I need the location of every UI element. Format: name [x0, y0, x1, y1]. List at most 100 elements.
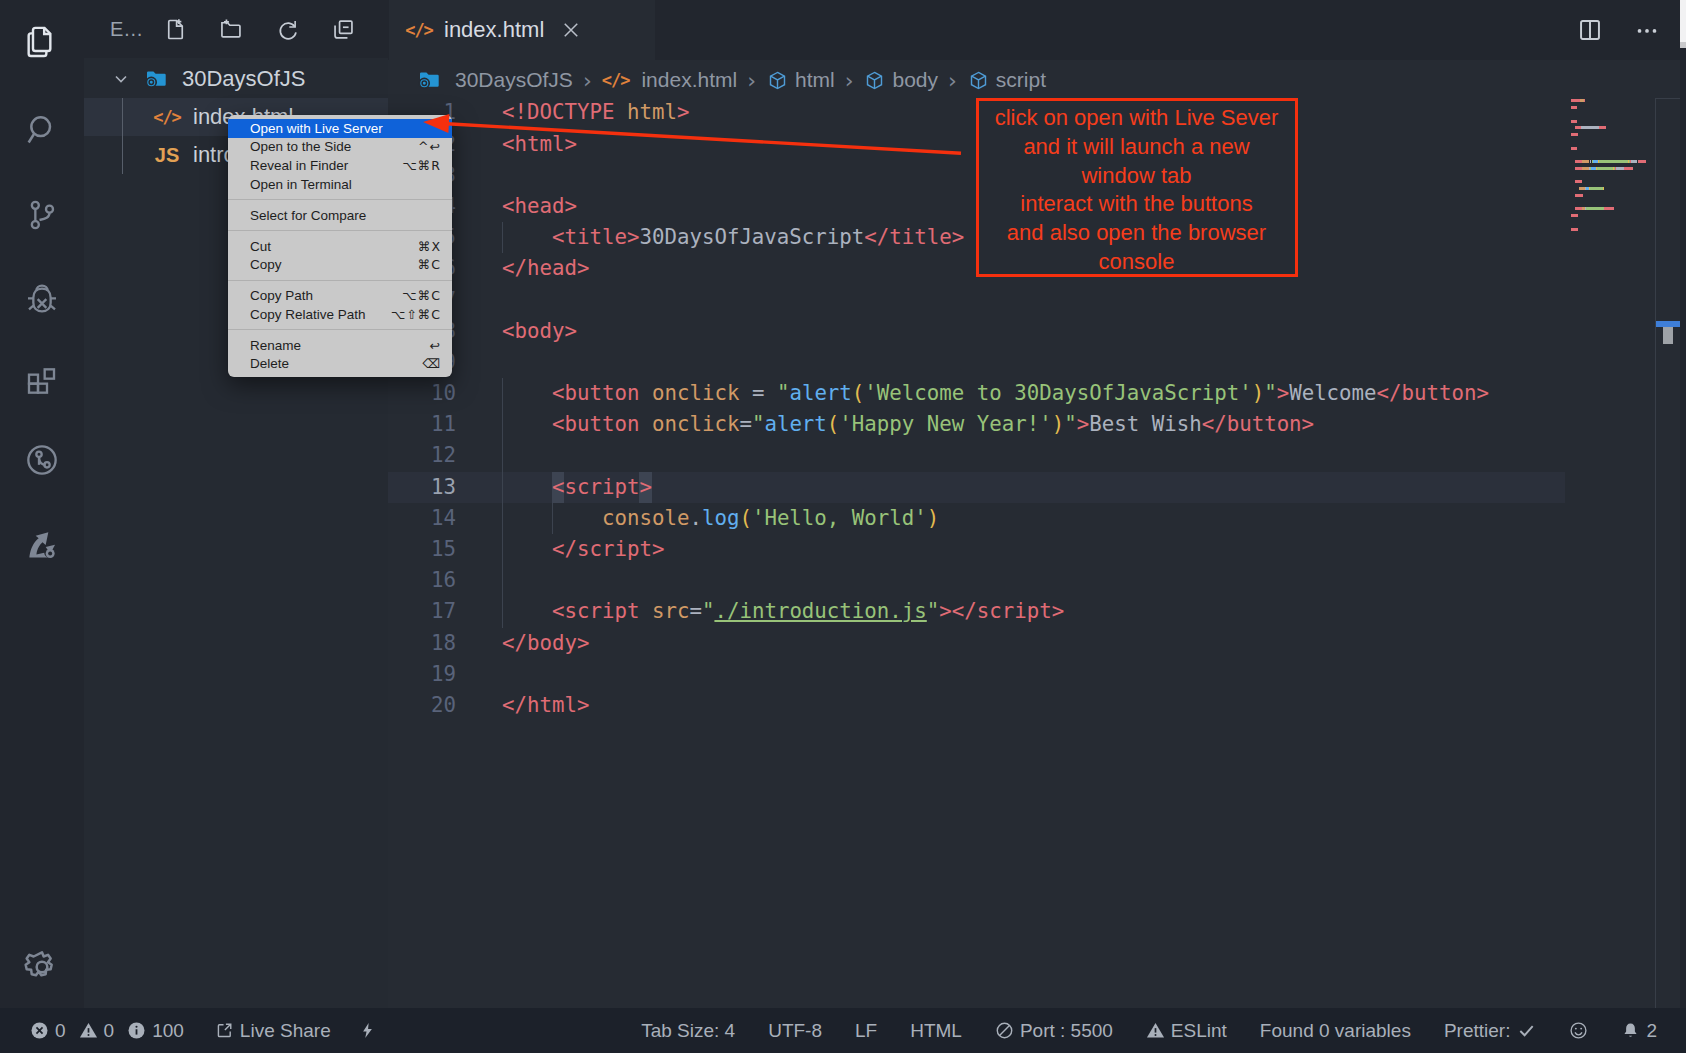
minimap-line [1565, 145, 1655, 152]
status-text: 0 [55, 1020, 66, 1042]
status-eslint[interactable]: ESLint [1146, 1020, 1227, 1042]
tree-item-30DaysOfJS[interactable]: 30DaysOfJS [84, 60, 388, 98]
activity-source-control-icon[interactable] [21, 194, 63, 236]
status-text: Port : 5500 [1020, 1020, 1113, 1042]
minimap-token [1571, 99, 1580, 102]
annotation-line: interact with the buttons [979, 190, 1295, 219]
code-line-7 [502, 285, 1489, 316]
token: alert [764, 412, 826, 436]
activity-debug-icon[interactable] [21, 279, 63, 321]
line-number: 15 [388, 534, 456, 565]
activity-live-share-circle-icon[interactable] [21, 439, 63, 481]
background-window-sliver-2 [1680, 42, 1686, 48]
token: src [652, 599, 689, 623]
activity-search-icon[interactable] [21, 109, 63, 151]
status-2[interactable]: 2 [1621, 1020, 1657, 1042]
menu-item-open-to-the-side[interactable]: Open to the Side^↩ [228, 138, 452, 157]
status-text: Live Share [240, 1020, 331, 1042]
activity-pen-share-icon[interactable] [21, 524, 63, 566]
menu-item-copy[interactable]: Copy⌘C [228, 255, 452, 274]
warning-icon [79, 1021, 98, 1040]
error-icon [30, 1021, 49, 1040]
status-text: UTF-8 [768, 1020, 822, 1042]
token: Best Wish [1089, 412, 1201, 436]
menu-item-shortcut: ⌫ [422, 356, 441, 371]
status-port-5500[interactable]: Port : 5500 [995, 1020, 1113, 1042]
minimap[interactable] [1565, 97, 1655, 232]
token: ) [1052, 412, 1065, 436]
minimap-line [1565, 97, 1655, 104]
minimap-line [1565, 138, 1655, 145]
code-line-19 [502, 659, 1489, 690]
minimap-line [1565, 205, 1655, 212]
token: " [1264, 381, 1277, 405]
status-bar-left: 00 100 Live Share [30, 1020, 377, 1042]
status-lightning-icon[interactable] [358, 1021, 377, 1040]
status-html[interactable]: HTML [910, 1020, 962, 1042]
activity-bar [0, 0, 84, 1008]
code-line-14: console.log('Hello, World') [502, 503, 1489, 534]
menu-item-copy-path[interactable]: Copy Path⌥⌘C [228, 286, 452, 305]
menu-item-shortcut: ⌥⇧⌘C [391, 307, 441, 322]
status-found-0-variables[interactable]: Found 0 variables [1260, 1020, 1411, 1042]
status-smiley-icon[interactable] [1569, 1021, 1588, 1040]
info-icon [127, 1021, 146, 1040]
refresh-icon[interactable] [273, 15, 301, 43]
token: </body> [502, 631, 589, 655]
overview-ruler-cursor-mark [1663, 327, 1673, 344]
menu-item-open-with-live-server[interactable]: Open with Live Server [228, 119, 452, 138]
token: = [752, 381, 765, 405]
line-number: 12 [388, 440, 456, 471]
chevron-down-icon[interactable] [112, 70, 130, 88]
menu-item-rename[interactable]: Rename↩ [228, 336, 452, 355]
activity-extensions-icon[interactable] [21, 356, 63, 398]
status-prettier-[interactable]: Prettier: [1444, 1020, 1537, 1042]
minimap-token [1575, 160, 1583, 163]
status-text: Prettier: [1444, 1020, 1511, 1042]
new-file-icon[interactable] [161, 15, 189, 43]
token: > [639, 475, 652, 499]
code-line-20: </html> [502, 690, 1489, 721]
annotation-line: and it will launch a new [979, 133, 1295, 162]
token: <title> [552, 225, 639, 249]
menu-item-cut[interactable]: Cut⌘X [228, 237, 452, 256]
line-number: 19 [388, 659, 456, 690]
collapse-all-icon[interactable] [329, 15, 357, 43]
menu-item-select-for-compare[interactable]: Select for Compare [228, 206, 452, 225]
line-number: 13 [388, 472, 456, 503]
activity-gear-icon[interactable] [21, 946, 63, 988]
token: </button> [1202, 412, 1314, 436]
token: </script> [552, 537, 664, 561]
status-warning-icon[interactable]: 0 [79, 1020, 115, 1042]
token: onclick [652, 412, 739, 436]
menu-item-label: Open in Terminal [250, 177, 441, 192]
menu-item-label: Reveal in Finder [250, 158, 402, 173]
token [502, 599, 552, 623]
minimap-token [1571, 147, 1577, 150]
minimap-line [1565, 212, 1655, 219]
status-info-icon[interactable]: 100 [127, 1020, 184, 1042]
scrollbar-track[interactable] [1680, 0, 1686, 1008]
menu-item-delete[interactable]: Delete⌫ [228, 354, 452, 373]
code-line-12 [502, 440, 1489, 471]
menu-item-copy-relative-path[interactable]: Copy Relative Path⌥⇧⌘C [228, 305, 452, 324]
bell-icon [1621, 1021, 1640, 1040]
status-utf-8[interactable]: UTF-8 [768, 1020, 822, 1042]
code-area[interactable]: 1234567891011121314151617181920 <!DOCTYP… [388, 0, 1686, 1008]
status-lf[interactable]: LF [855, 1020, 877, 1042]
menu-item-shortcut: ⌘X [418, 239, 441, 254]
activity-explorer-icon[interactable] [21, 21, 63, 63]
new-folder-icon[interactable] [217, 15, 245, 43]
token: 'Welcome to 30DaysOfJavaScript' [864, 381, 1251, 405]
minimap-line [1565, 111, 1655, 118]
token: ( [852, 381, 865, 405]
status-error-icon[interactable]: 0 [30, 1020, 66, 1042]
status-live-share-icon[interactable]: Live Share [215, 1020, 331, 1042]
minimap-line [1565, 124, 1655, 131]
token: 30DaysOfJavaScript [639, 225, 864, 249]
explorer-title: E… [110, 18, 142, 41]
menu-item-open-in-terminal[interactable]: Open in Terminal [228, 175, 452, 194]
status-tab-size-4[interactable]: Tab Size: 4 [641, 1020, 735, 1042]
menu-item-reveal-in-finder[interactable]: Reveal in Finder⌥⌘R [228, 156, 452, 175]
minimap-token [1587, 207, 1603, 210]
